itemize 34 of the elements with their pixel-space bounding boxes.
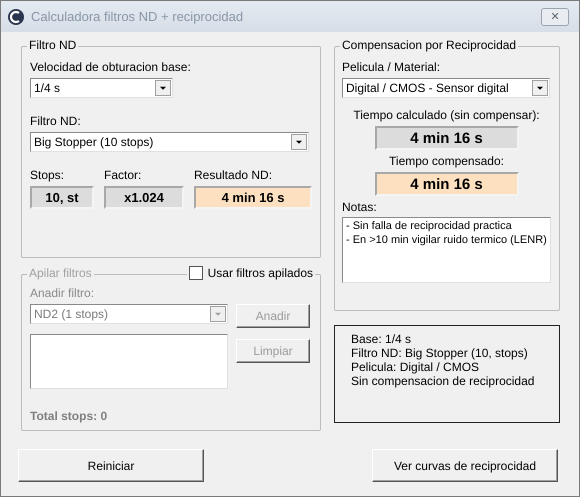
field-label: Filtro ND: [30,114,82,128]
app-logo-icon [7,8,25,26]
field-label: Tiempo compensado: [389,154,504,168]
summary-line: Pelicula: Digital / CMOS [351,360,480,374]
field-label: Velocidad de obturacion base: [30,60,192,74]
group-title: Compensacion por Reciprocidad [340,38,518,53]
filter-list[interactable] [30,334,228,389]
note-line: - En >10 min vigilar ruido termico (LENR) [346,233,547,247]
curves-button[interactable]: Ver curvas de reciprocidad [372,449,558,482]
checkbox-label: Usar filtros apilados [208,266,313,280]
result-display: 4 min 16 s [194,186,312,209]
summary-line: Sin compensacion de reciprocidad [351,374,536,388]
window-title: Calculadora filtros ND + reciprocidad [31,9,244,24]
summary-line: Filtro ND: Big Stopper (10, stops) [351,346,529,360]
close-button[interactable]: ✕ [541,8,569,26]
group-title: Apilar filtros [27,266,94,281]
field-label: Resultado ND: [194,168,274,182]
field-label: Factor: [104,168,142,182]
reset-button[interactable]: Reiniciar [18,449,204,482]
field-label: Notas: [342,200,378,214]
summary-line: Base: 1/4 s [351,332,412,346]
field-label: Stops: [30,168,66,182]
field-label: Pelicula / Material: [342,60,442,74]
time-display: 4 min 16 s [374,172,518,196]
result-display: x1.024 [104,186,184,209]
result-display: 10, st [30,186,94,209]
filter-dropdown[interactable]: Big Stopper (10 stops) [30,132,309,152]
film-dropdown[interactable]: Digital / CMOS - Sensor digital [342,78,550,98]
note-line: - Sin falla de reciprocidad practica [346,219,513,233]
field-label: Tiempo calculado (sin compensar): [353,108,540,122]
time-display: 4 min 16 s [374,126,518,150]
shutter-dropdown[interactable]: 1/4 s [30,78,173,98]
total-stops: Total stops: 0 [30,409,108,423]
field-label: Anadir filtro: [30,286,96,300]
